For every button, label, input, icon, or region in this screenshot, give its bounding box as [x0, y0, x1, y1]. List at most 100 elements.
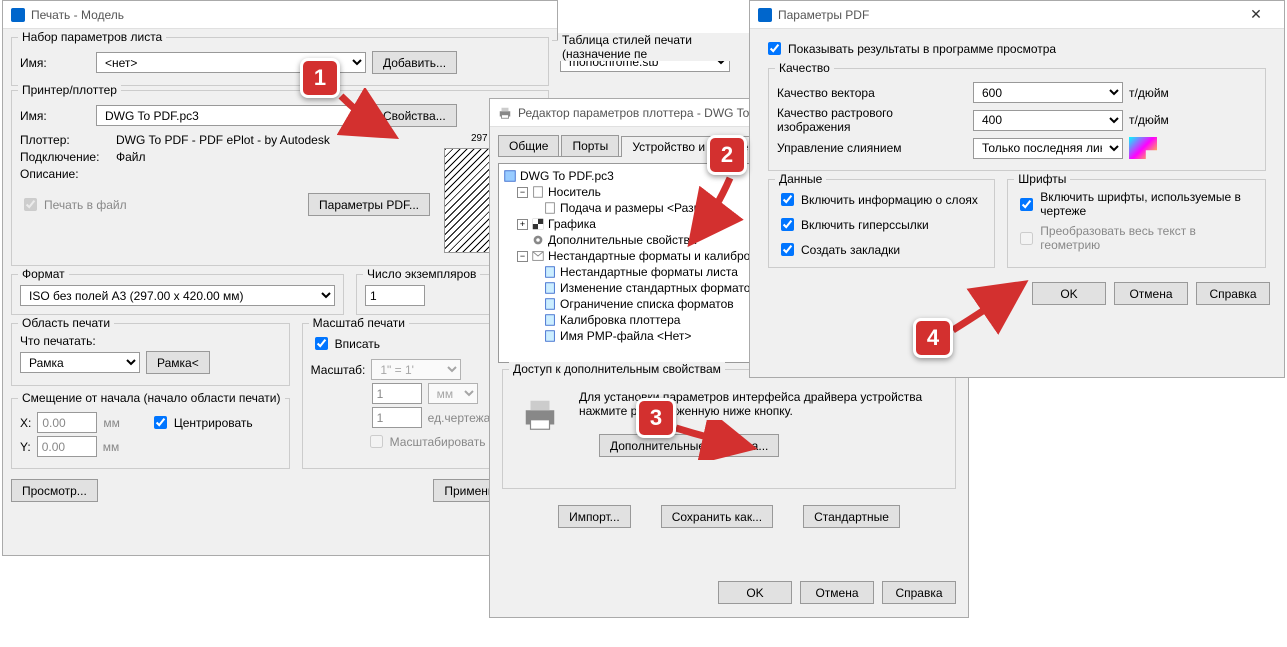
custom-props-button[interactable]: Дополнительные свойства...	[599, 434, 779, 457]
printer-large-icon	[521, 396, 559, 434]
printer-legend: Принтер/плоттер	[18, 83, 121, 97]
print-dialog: Печать - Модель Набор параметров листа И…	[2, 0, 558, 556]
callout-4: 4	[913, 318, 953, 358]
printer-props-button[interactable]: Свойства...	[372, 104, 457, 127]
vector-select[interactable]: 600	[973, 82, 1123, 103]
pdf-params-button[interactable]: Параметры PDF...	[308, 193, 430, 216]
bookmarks-checkbox[interactable]: Создать закладки	[777, 240, 986, 259]
dpi-label: т/дюйм	[1129, 113, 1169, 127]
offset-x-label: X:	[20, 416, 31, 430]
access-group: Доступ к дополнительным свойствам Для ус…	[502, 369, 956, 489]
capture-fonts-checkbox[interactable]: Включить шрифты, используемые в чертеже	[1016, 190, 1257, 218]
where-label: Подключение:	[20, 150, 110, 164]
scale-label: Масштаб:	[311, 363, 366, 377]
defaults-button[interactable]: Стандартные	[803, 505, 900, 528]
plotter-cancel-button[interactable]: Отмена	[800, 581, 874, 604]
paper-icon	[543, 281, 557, 295]
what-print-label: Что печатать:	[20, 334, 96, 348]
printer-name-select[interactable]: DWG To PDF.pc3	[96, 105, 366, 126]
desc-label: Описание:	[20, 167, 110, 181]
pdf-cancel-button[interactable]: Отмена	[1114, 282, 1188, 305]
scale-units-label: ед.чертежа	[428, 411, 491, 425]
quality-group: Качество Качество вектора 600 т/дюйм Кач…	[768, 68, 1266, 171]
merge-preview-icon	[1129, 137, 1157, 159]
center-checkbox[interactable]: Центрировать	[150, 413, 253, 432]
plot-to-file-checkbox: Печать в файл	[20, 195, 127, 214]
styletable-group: Таблица стилей печати (назначение пе mon…	[552, 40, 758, 102]
tree-c4[interactable]: Калибровка плоттера	[560, 313, 680, 327]
raster-select[interactable]: 400	[973, 110, 1123, 131]
tree-c2[interactable]: Изменение стандартных форматов	[560, 281, 757, 295]
tree-userdef[interactable]: Нестандартные форматы и калибровка	[548, 249, 769, 263]
data-group: Данные Включить информацию о слоях Включ…	[768, 179, 995, 268]
close-icon[interactable]: ✕	[1236, 6, 1276, 23]
tree-c1[interactable]: Нестандартные форматы листа	[560, 265, 738, 279]
hyperlinks-checkbox[interactable]: Включить гиперссылки	[777, 215, 986, 234]
plotter-value: DWG To PDF - PDF ePlot - by Autodesk	[116, 133, 330, 147]
plotter-help-button[interactable]: Справка	[882, 581, 956, 604]
copies-legend: Число экземпляров	[363, 267, 480, 281]
raster-label: Качество растрового изображения	[777, 106, 967, 134]
layers-checkbox[interactable]: Включить информацию о слоях	[777, 190, 986, 209]
tree-c5[interactable]: Имя PMP-файла <Нет>	[560, 329, 691, 343]
data-legend: Данные	[775, 172, 826, 186]
scale-mm-input[interactable]	[372, 383, 422, 404]
printer-icon	[498, 106, 512, 120]
pagesetup-add-button[interactable]: Добавить...	[372, 51, 457, 74]
merge-select[interactable]: Только последняя линия	[973, 138, 1123, 159]
tree-graphics[interactable]: Графика	[548, 217, 596, 231]
expander-icon[interactable]: −	[517, 251, 528, 262]
plotarea-group: Область печати Что печатать: Рамка Рамка…	[11, 323, 290, 386]
plotter-ok-button[interactable]: OK	[718, 581, 792, 604]
papersize-group: Формат ISO без полей A3 (297.00 x 420.00…	[11, 274, 344, 315]
callout-3: 3	[636, 398, 676, 438]
offset-x-input[interactable]	[37, 412, 97, 433]
saveas-button[interactable]: Сохранить как...	[661, 505, 773, 528]
tree-custom[interactable]: Дополнительные свойства	[548, 233, 696, 247]
quality-legend: Качество	[775, 61, 834, 75]
tab-ports[interactable]: Порты	[561, 135, 619, 156]
page-setup-legend: Набор параметров листа	[18, 30, 166, 44]
printer-name-label: Имя:	[20, 109, 90, 123]
page-setup-group: Набор параметров листа Имя: <нет> Добави…	[11, 37, 549, 86]
expander-icon[interactable]: +	[517, 219, 528, 230]
print-titlebar: Печать - Модель	[3, 1, 557, 29]
offset-y-input[interactable]	[37, 436, 97, 457]
paper-icon	[543, 265, 557, 279]
pdf-ok-button[interactable]: OK	[1032, 282, 1106, 305]
scale-select[interactable]: 1" = 1'	[371, 359, 461, 380]
callout-1: 1	[300, 58, 340, 98]
page-icon	[543, 201, 557, 215]
dpi-label: т/дюйм	[1129, 86, 1169, 100]
printer-group: Принтер/плоттер Имя: DWG To PDF.pc3 Свой…	[11, 90, 549, 266]
scale-units-input[interactable]	[372, 407, 422, 428]
show-results-checkbox[interactable]: Показывать результаты в программе просмо…	[764, 39, 1270, 58]
tree-c3[interactable]: Ограничение списка форматов	[560, 297, 734, 311]
tree-root[interactable]: DWG To PDF.pc3	[520, 169, 614, 183]
vector-label: Качество вектора	[777, 86, 967, 100]
offset-y-label: Y:	[20, 440, 31, 454]
app-icon	[758, 8, 772, 22]
copies-input[interactable]	[365, 285, 425, 306]
plotarea-select[interactable]: Рамка	[20, 352, 140, 373]
paper-icon	[543, 297, 557, 311]
access-desc: Для установки параметров интерфейса драй…	[579, 390, 937, 418]
papersize-select[interactable]: ISO без полей A3 (297.00 x 420.00 мм)	[20, 285, 335, 306]
fonts-legend: Шрифты	[1014, 172, 1070, 186]
pc3-icon	[503, 169, 517, 183]
app-icon	[11, 8, 25, 22]
tree-source[interactable]: Подача и размеры <Разм: I	[560, 201, 712, 215]
pmp-icon	[543, 329, 557, 343]
tab-general[interactable]: Общие	[498, 135, 559, 156]
pdf-titlebar: Параметры PDF ✕	[750, 1, 1284, 29]
scale-unit-select[interactable]: мм	[428, 383, 478, 404]
pdf-help-button[interactable]: Справка	[1196, 282, 1270, 305]
tree-media[interactable]: Носитель	[548, 185, 601, 199]
expander-icon[interactable]: −	[517, 187, 528, 198]
import-button[interactable]: Импорт...	[558, 505, 631, 528]
styletable-legend: Таблица стилей печати (назначение пе	[558, 33, 757, 61]
preview-button[interactable]: Просмотр...	[11, 479, 98, 502]
offset-legend: Смещение от начала (начало области печат…	[18, 391, 285, 405]
window-button[interactable]: Рамка<	[146, 351, 210, 374]
pdf-params-dialog: Параметры PDF ✕ Показывать результаты в …	[749, 0, 1285, 378]
